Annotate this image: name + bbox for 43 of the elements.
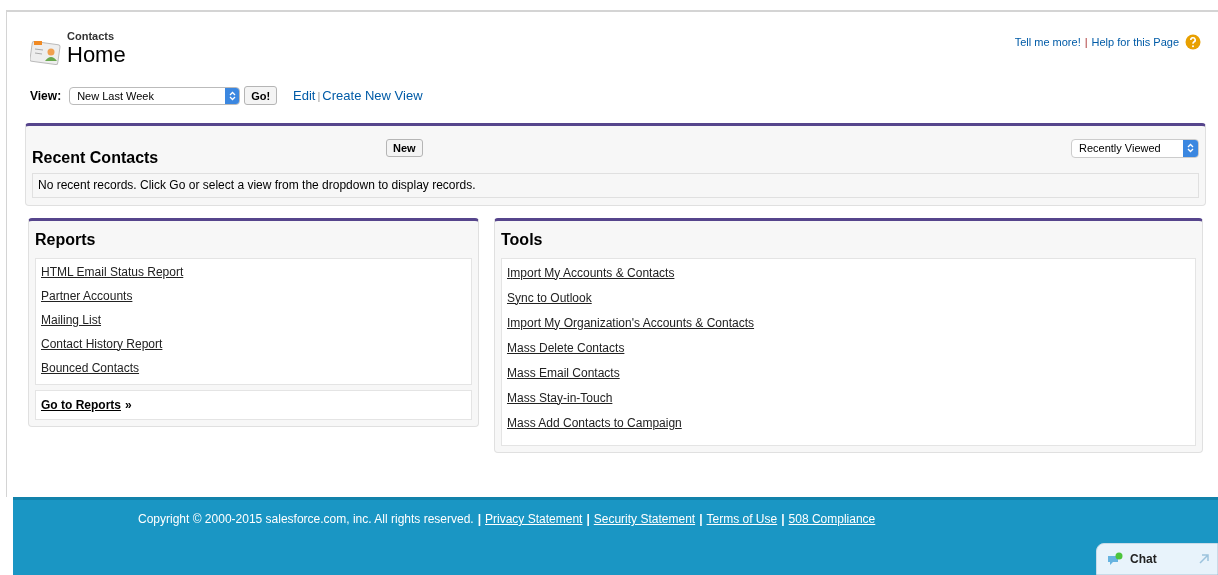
view-link[interactable]: Create New View	[322, 86, 423, 106]
chevron-text: »	[125, 396, 132, 414]
tool-link[interactable]: Mass Email Contacts	[507, 365, 620, 381]
copyright-text: Copyright © 2000-2015 salesforce.com, inc. All rights reserved.	[138, 511, 474, 528]
separator-text: |	[781, 511, 785, 528]
view-label: View:	[30, 87, 62, 105]
tool-link[interactable]: Mass Stay-in-Touch	[507, 390, 613, 406]
separator-text: |	[317, 88, 321, 104]
help-icon[interactable]	[1185, 34, 1201, 51]
separator-text: |	[699, 511, 703, 528]
go-to-reports-link[interactable]: Go to Reports	[41, 395, 121, 414]
report-link[interactable]: Contact History Report	[41, 336, 163, 352]
chat-bubble-icon	[1107, 552, 1123, 566]
updown-icon	[1187, 143, 1194, 153]
help-link[interactable]: Help for this Page	[1091, 34, 1179, 51]
section-title: Recent Contacts	[32, 147, 160, 168]
report-link[interactable]: HTML Email Status Report	[41, 264, 184, 280]
tool-link[interactable]: Mass Delete Contacts	[507, 340, 625, 356]
report-link[interactable]: Mailing List	[41, 312, 102, 328]
separator-text: |	[1084, 35, 1088, 50]
view-link[interactable]: Edit	[293, 86, 316, 106]
go-button[interactable]: Go!	[244, 86, 278, 106]
recently-viewed-dropdown[interactable]: Recently Viewed	[1071, 138, 1199, 158]
separator-text: |	[477, 511, 482, 528]
contact-card-icon	[30, 38, 62, 66]
report-link[interactable]: Partner Accounts	[41, 288, 133, 304]
view-dropdown[interactable]: New Last Week	[69, 86, 241, 105]
section-title: Reports	[35, 229, 97, 250]
tool-link[interactable]: Import My Organization's Accounts & Contacts	[507, 315, 755, 331]
tool-link[interactable]: Mass Add Contacts to Campaign	[507, 415, 682, 431]
tool-link[interactable]: Import My Accounts & Contacts	[507, 265, 675, 281]
report-link[interactable]: Bounced Contacts	[41, 360, 140, 376]
new-button[interactable]: New	[386, 138, 423, 157]
empty-message: No recent records. Click Go or select a view from the dropdown to display records.	[38, 177, 476, 194]
section-title: Tools	[501, 229, 544, 250]
pop-out-arrow-icon	[1199, 554, 1209, 564]
separator-text: |	[586, 511, 590, 528]
page-title: Home	[67, 42, 126, 68]
tool-link[interactable]: Sync to Outlook	[507, 290, 592, 306]
updown-icon	[228, 90, 236, 101]
object-label: Contacts	[67, 30, 116, 42]
chat-tab[interactable]: Chat	[1096, 543, 1218, 575]
help-link[interactable]: Tell me more!	[1014, 34, 1081, 51]
